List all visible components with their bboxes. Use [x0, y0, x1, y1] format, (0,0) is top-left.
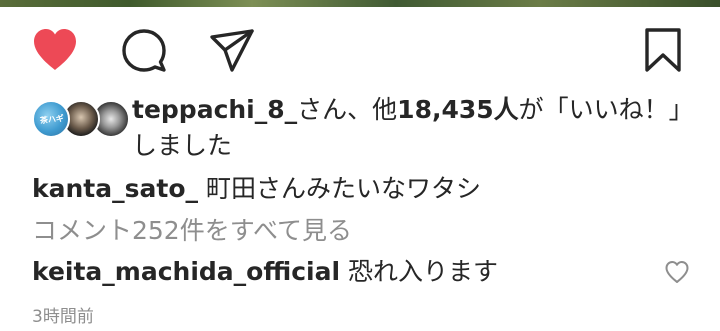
likes-text[interactable]: teppachi_8_さん、他18,435人が「いいね！」しました [132, 92, 692, 164]
liker-avatars: 茶ハギ [32, 100, 132, 138]
heart-filled-icon[interactable] [30, 26, 80, 72]
post-timestamp: 3時間前 [32, 307, 94, 327]
comment-username[interactable]: keita_machida_official [32, 257, 340, 286]
paper-plane-icon[interactable] [208, 26, 256, 74]
post-photo-bottom-edge [0, 0, 720, 7]
likes-text-part: さん、他 [297, 95, 398, 124]
view-all-comments-link[interactable]: コメント252件をすべて見る [32, 214, 712, 248]
avatar-badge-text: 茶ハギ [39, 113, 65, 126]
comment-body: 恐れ入ります [348, 257, 499, 286]
liker-username[interactable]: teppachi_8_ [132, 95, 297, 124]
bookmark-icon[interactable] [640, 26, 686, 74]
post-caption: kanta_sato_ 町田さんみたいなワタシ [32, 172, 712, 206]
likes-count[interactable]: 18,435人 [397, 95, 518, 124]
comment-bubble-icon[interactable] [120, 26, 168, 74]
comment-item: keita_machida_official 恐れ入ります [32, 255, 692, 291]
likes-summary: 茶ハギ teppachi_8_さん、他18,435人が「いいね！」しました [32, 95, 712, 162]
post-action-bar [0, 22, 720, 80]
comment-text-line: keita_machida_official 恐れ入ります [32, 255, 498, 289]
avatar[interactable]: 茶ハギ [32, 100, 70, 138]
caption-username[interactable]: kanta_sato_ [32, 174, 198, 203]
caption-text: 町田さんみたいなワタシ [205, 174, 481, 203]
heart-outline-icon[interactable] [664, 260, 690, 284]
